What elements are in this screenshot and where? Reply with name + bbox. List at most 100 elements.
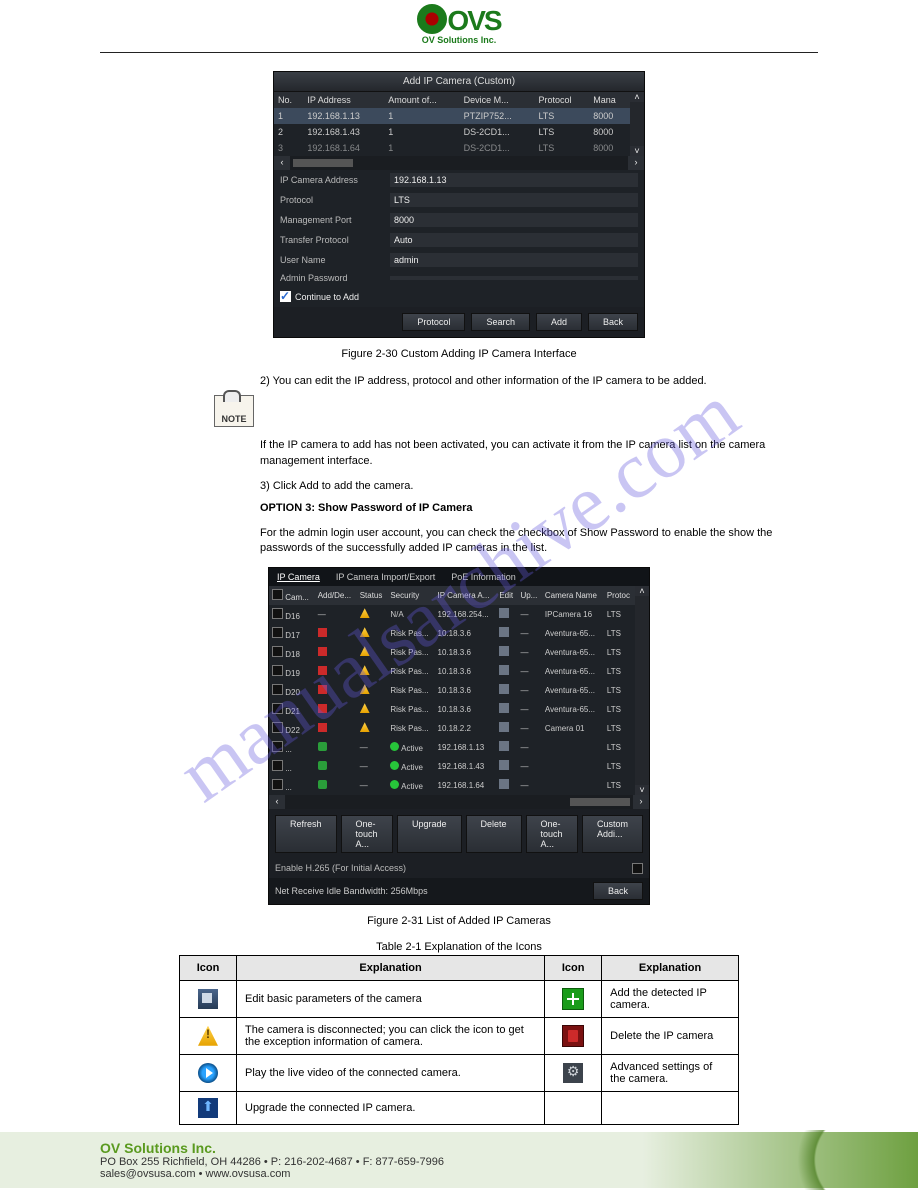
- edit-icon[interactable]: [499, 722, 509, 732]
- h-scrollbar[interactable]: ‹ ›: [274, 156, 644, 170]
- table-row[interactable]: D16—N/A192.168.254...—IPCamera 16LTS: [269, 605, 635, 624]
- table-row[interactable]: ...— Active192.168.1.13—LTS: [269, 738, 635, 757]
- edit-icon[interactable]: [499, 665, 509, 675]
- row-checkbox[interactable]: [272, 703, 283, 714]
- table-row[interactable]: 3192.168.1.641DS-2CD1...LTS8000: [274, 140, 630, 156]
- continue-to-add-checkbox[interactable]: [280, 291, 291, 302]
- add-button[interactable]: Add: [536, 313, 582, 331]
- one-touch-a-button[interactable]: One-touch A...: [341, 815, 393, 853]
- add-row-icon[interactable]: [318, 780, 327, 789]
- select-all-checkbox[interactable]: [272, 589, 283, 600]
- delete-row-icon[interactable]: [318, 666, 327, 675]
- transfer-protocol-select[interactable]: Auto: [390, 233, 638, 247]
- tab-import-export[interactable]: IP Camera Import/Export: [328, 568, 443, 586]
- col-port[interactable]: Mana: [589, 92, 630, 108]
- scroll-down-icon[interactable]: ˅: [635, 785, 649, 795]
- table-row[interactable]: D19Risk Pas...10.18.3.6—Aventura-65...LT…: [269, 662, 635, 681]
- col-ip[interactable]: IP Camera A...: [435, 586, 497, 605]
- delete-row-icon[interactable]: [318, 628, 327, 637]
- scroll-left-icon[interactable]: ‹: [274, 156, 290, 170]
- user-name-input[interactable]: admin: [390, 253, 638, 267]
- back-button[interactable]: Back: [593, 882, 643, 900]
- search-button[interactable]: Search: [471, 313, 530, 331]
- management-port-input[interactable]: 8000: [390, 213, 638, 227]
- col-cam[interactable]: Cam...: [269, 586, 315, 605]
- row-checkbox[interactable]: [272, 627, 283, 638]
- delete-button[interactable]: Delete: [466, 815, 522, 853]
- scroll-up-icon[interactable]: ˄: [635, 586, 649, 596]
- h-scrollbar[interactable]: ‹ ›: [269, 795, 649, 809]
- row-checkbox[interactable]: [272, 646, 283, 657]
- table-row[interactable]: D17Risk Pas...10.18.3.6—Aventura-65...LT…: [269, 624, 635, 643]
- scroll-down-icon[interactable]: ˅: [630, 146, 644, 156]
- edit-icon[interactable]: [499, 703, 509, 713]
- table-row[interactable]: 2192.168.1.431DS-2CD1...LTS8000: [274, 124, 630, 140]
- warning-icon[interactable]: [360, 627, 370, 637]
- warning-icon[interactable]: [360, 703, 370, 713]
- col-edit[interactable]: Edit: [496, 586, 517, 605]
- admin-password-input[interactable]: [390, 276, 638, 280]
- delete-row-icon[interactable]: [318, 704, 327, 713]
- edit-icon[interactable]: [499, 646, 509, 656]
- edit-icon[interactable]: [499, 627, 509, 637]
- col-adddel[interactable]: Add/De...: [315, 586, 357, 605]
- col-protocol[interactable]: Protoc: [604, 586, 635, 605]
- delete-row-icon[interactable]: [318, 685, 327, 694]
- scroll-up-icon[interactable]: ˄: [630, 92, 644, 102]
- delete-row-icon[interactable]: [318, 723, 327, 732]
- tab-poe-info[interactable]: PoE Information: [443, 568, 524, 586]
- table-row[interactable]: D18Risk Pas...10.18.3.6—Aventura-65...LT…: [269, 643, 635, 662]
- scroll-thumb[interactable]: [570, 798, 630, 806]
- table-row[interactable]: D22Risk Pas...10.18.2.2—Camera 01LTS: [269, 719, 635, 738]
- protocol-button[interactable]: Protocol: [402, 313, 465, 331]
- add-row-icon[interactable]: [318, 761, 327, 770]
- col-ip[interactable]: IP Address: [303, 92, 384, 108]
- row-checkbox[interactable]: [272, 665, 283, 676]
- edit-icon[interactable]: [499, 608, 509, 618]
- protocol-select[interactable]: LTS: [390, 193, 638, 207]
- table-row[interactable]: ...— Active192.168.1.43—LTS: [269, 757, 635, 776]
- col-security[interactable]: Security: [387, 586, 434, 605]
- warning-icon[interactable]: [360, 722, 370, 732]
- row-checkbox[interactable]: [272, 779, 283, 790]
- note-icon: NOTE: [214, 395, 254, 427]
- upgrade-button[interactable]: Upgrade: [397, 815, 462, 853]
- row-checkbox[interactable]: [272, 722, 283, 733]
- table-row[interactable]: ...— Active192.168.1.64—LTS: [269, 776, 635, 795]
- tab-ip-camera[interactable]: IP Camera: [269, 568, 328, 586]
- col-up[interactable]: Up...: [517, 586, 541, 605]
- col-name[interactable]: Camera Name: [542, 586, 604, 605]
- edit-icon[interactable]: [499, 760, 509, 770]
- warning-icon[interactable]: [360, 684, 370, 694]
- row-checkbox[interactable]: [272, 741, 283, 752]
- warning-icon[interactable]: [360, 646, 370, 656]
- col-protocol[interactable]: Protocol: [534, 92, 589, 108]
- table-row[interactable]: D20Risk Pas...10.18.3.6—Aventura-65...LT…: [269, 681, 635, 700]
- edit-icon[interactable]: [499, 741, 509, 751]
- row-checkbox[interactable]: [272, 760, 283, 771]
- warning-icon[interactable]: [360, 608, 370, 618]
- warning-icon[interactable]: [360, 665, 370, 675]
- col-amount[interactable]: Amount of...: [384, 92, 459, 108]
- row-checkbox[interactable]: [272, 684, 283, 695]
- scroll-thumb[interactable]: [293, 159, 353, 167]
- table-row[interactable]: D21Risk Pas...10.18.3.6—Aventura-65...LT…: [269, 700, 635, 719]
- col-no[interactable]: No.: [274, 92, 303, 108]
- table-row[interactable]: 1192.168.1.131PTZIP752...LTS8000: [274, 108, 630, 124]
- col-model[interactable]: Device M...: [460, 92, 535, 108]
- back-button[interactable]: Back: [588, 313, 638, 331]
- col-status[interactable]: Status: [357, 586, 388, 605]
- one-touch-a2-button[interactable]: One-touch A...: [526, 815, 578, 853]
- edit-icon[interactable]: [499, 779, 509, 789]
- delete-row-icon[interactable]: [318, 647, 327, 656]
- refresh-button[interactable]: Refresh: [275, 815, 337, 853]
- row-checkbox[interactable]: [272, 608, 283, 619]
- scroll-left-icon[interactable]: ‹: [269, 795, 285, 809]
- scroll-right-icon[interactable]: ›: [628, 156, 644, 170]
- add-row-icon[interactable]: [318, 742, 327, 751]
- edit-icon[interactable]: [499, 684, 509, 694]
- scroll-right-icon[interactable]: ›: [633, 795, 649, 809]
- custom-add-button[interactable]: Custom Addi...: [582, 815, 643, 853]
- ip-camera-address-input[interactable]: 192.168.1.13: [390, 173, 638, 187]
- enable-h265-checkbox[interactable]: [632, 863, 643, 874]
